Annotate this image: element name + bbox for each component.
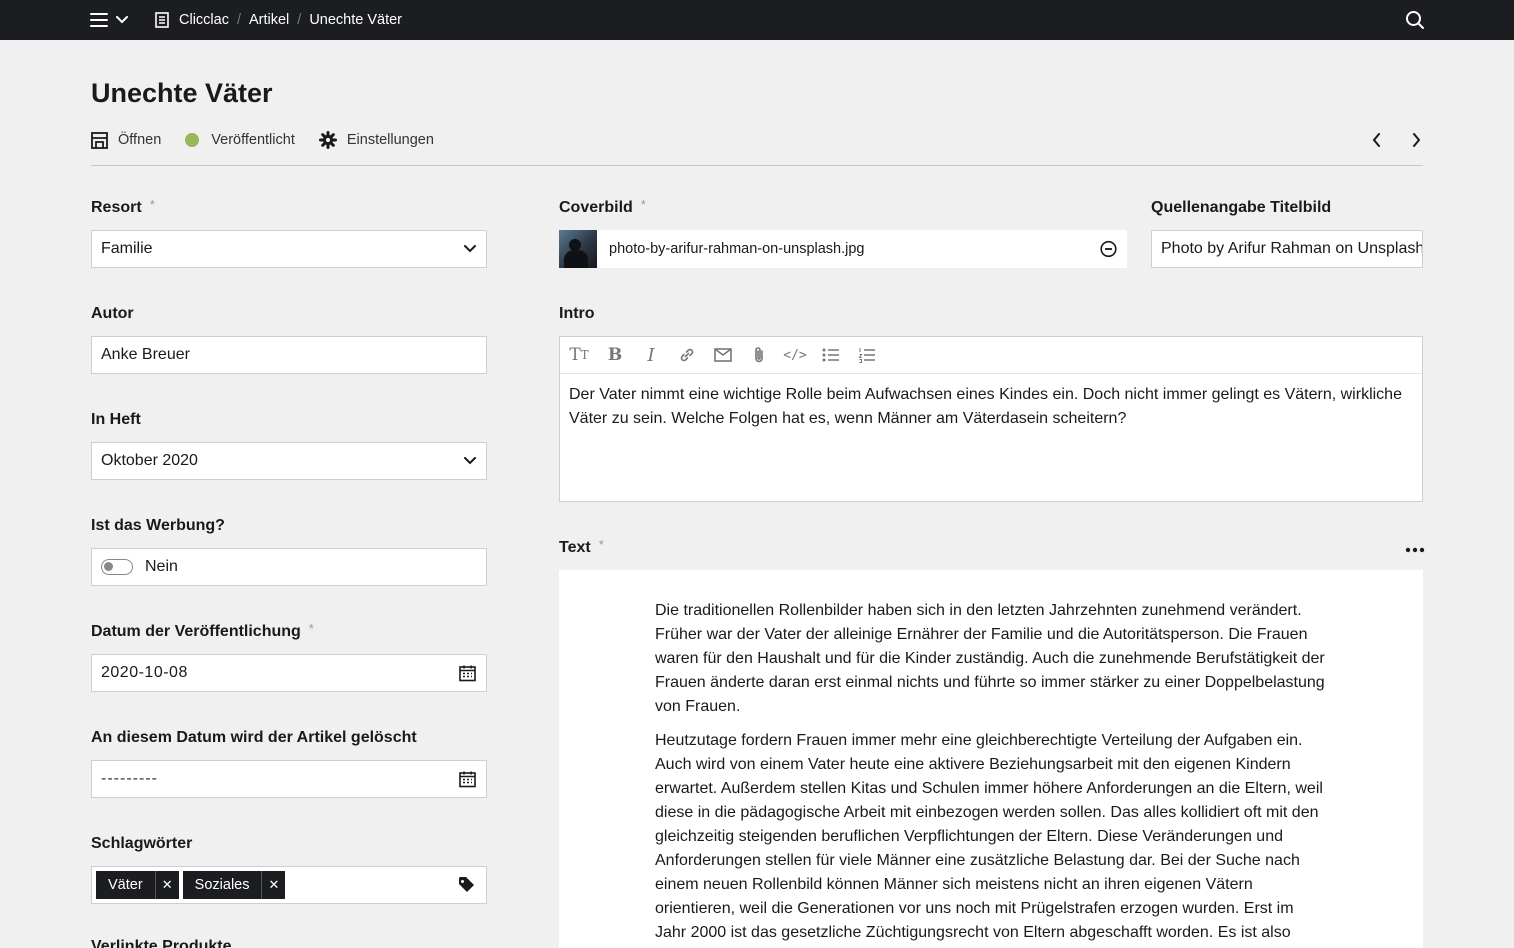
tag-label: Väter [108, 877, 143, 893]
remove-tag-button[interactable]: ✕ [154, 871, 179, 899]
status-dot [185, 133, 200, 147]
author-value: Anke Breuer [101, 346, 190, 363]
search-icon[interactable] [1405, 10, 1425, 30]
breadcrumb-clicclac[interactable]: Clicclac [179, 12, 229, 28]
settings-label: Einstellungen [346, 132, 434, 148]
remove-tag-button[interactable]: ✕ [261, 871, 285, 899]
header-divider [91, 165, 1423, 166]
cover-image-field[interactable]: photo-by-arifur-rahman-on-unsplash.jpg [559, 230, 1127, 268]
author-input[interactable]: Anke Breuer [91, 336, 487, 374]
source-input[interactable]: Photo by Arifur Rahman on Unsplash [1151, 230, 1423, 268]
tag-label: Soziales [194, 877, 250, 893]
article-navigation [1366, 130, 1426, 150]
issue-value: Oktober 2020 [101, 452, 198, 469]
resort-value: Familie [101, 240, 153, 257]
intro-label: Intro [559, 305, 595, 322]
remove-circle-icon[interactable] [1100, 240, 1117, 258]
advertising-toggle[interactable] [101, 559, 133, 575]
code-icon[interactable]: </> [783, 345, 806, 365]
publish-date-input[interactable]: 2020-10-08 [91, 654, 487, 692]
advertising-field: Nein [91, 548, 487, 586]
hamburger-icon [90, 13, 108, 27]
link-icon[interactable] [677, 345, 697, 365]
tag-chip: Soziales ✕ [182, 871, 286, 899]
intro-text[interactable]: Der Vater nimmt eine wichtige Rolle beim… [560, 374, 1422, 440]
breadcrumb-artikel[interactable]: Artikel [249, 12, 289, 28]
text-paragraph: Die traditionellen Rollenbilder haben si… [655, 602, 1325, 715]
tag-icon [459, 877, 474, 892]
resort-select[interactable]: Familie [91, 230, 487, 268]
cover-thumbnail [559, 230, 597, 268]
intro-editor: TT B I </> Der Vater nimmt eine wichtige… [559, 336, 1423, 502]
delete-date-value: --------- [101, 770, 158, 787]
linked-products-label: Verlinkte Produkte [91, 938, 232, 948]
next-article-button[interactable] [1406, 130, 1426, 150]
main-menu-button[interactable] [90, 11, 132, 29]
advertising-label: Ist das Werbung? [91, 517, 225, 534]
status-label: Veröffentlicht [211, 132, 295, 148]
calendar-icon[interactable] [459, 771, 476, 788]
document-icon [155, 12, 169, 28]
issue-select[interactable]: Oktober 2020 [91, 442, 487, 480]
italic-icon[interactable]: I [641, 345, 661, 366]
status-button[interactable]: Veröffentlicht [185, 132, 295, 148]
page-title: Unechte Väter [91, 78, 273, 108]
text-label: Text * [559, 537, 604, 556]
cover-label: Coverbild * [559, 197, 646, 216]
tags-input[interactable]: Väter ✕ Soziales ✕ [91, 866, 487, 904]
tags-label: Schlagwörter [91, 835, 193, 852]
text-format-icon[interactable]: TT [569, 345, 589, 365]
chevron-down-icon [116, 16, 128, 24]
chevron-left-icon [1372, 133, 1380, 147]
source-label: Quellenangabe Titelbild [1151, 199, 1332, 216]
top-bar: Clicclac / Artikel / Unechte Väter [0, 0, 1514, 40]
settings-button[interactable]: Einstellungen [318, 131, 434, 149]
more-options-icon[interactable] [1404, 540, 1426, 560]
open-label: Öffnen [118, 132, 162, 148]
advertising-value: Nein [145, 558, 178, 575]
breadcrumb-current: Unechte Väter [309, 12, 403, 28]
email-icon[interactable] [713, 345, 733, 365]
publish-date-label: Datum der Veröffentlichung * [91, 621, 314, 640]
source-value: Photo by Arifur Rahman on Unsplash [1161, 240, 1422, 257]
breadcrumb: Clicclac / Artikel / Unechte Väter [155, 0, 402, 40]
delete-date-label: An diesem Datum wird der Artikel gelösch… [91, 729, 417, 746]
breadcrumb-separator: / [236, 12, 241, 28]
storefront-icon [91, 131, 108, 149]
chevron-down-icon [464, 457, 476, 465]
editor-toolbar: TT B I </> [560, 337, 1422, 374]
cover-filename: photo-by-arifur-rahman-on-unsplash.jpg [609, 241, 865, 257]
article-actions: Öffnen Veröffentlicht Einstellungen [91, 129, 458, 151]
chevron-right-icon [1412, 133, 1420, 147]
chevron-down-icon [464, 245, 476, 253]
publish-date-value: 2020-10-08 [101, 664, 188, 681]
bullet-list-icon[interactable] [821, 345, 841, 365]
delete-date-input[interactable]: --------- [91, 760, 487, 798]
breadcrumb-separator: / [297, 12, 302, 28]
open-button[interactable]: Öffnen [91, 131, 162, 149]
text-paragraph: Heutzutage fordern Frauen immer mehr ein… [655, 732, 1323, 941]
previous-article-button[interactable] [1366, 130, 1386, 150]
issue-label: In Heft [91, 411, 141, 428]
tag-chip: Väter ✕ [96, 871, 179, 899]
resort-label: Resort * [91, 197, 155, 216]
calendar-icon[interactable] [459, 665, 476, 682]
author-label: Autor [91, 305, 134, 322]
bold-icon[interactable]: B [605, 345, 625, 365]
numbered-list-icon[interactable] [857, 345, 877, 365]
gear-icon [318, 131, 337, 149]
text-editor[interactable]: Die traditionellen Rollenbilder haben si… [559, 570, 1423, 948]
attachment-icon[interactable] [749, 345, 769, 365]
